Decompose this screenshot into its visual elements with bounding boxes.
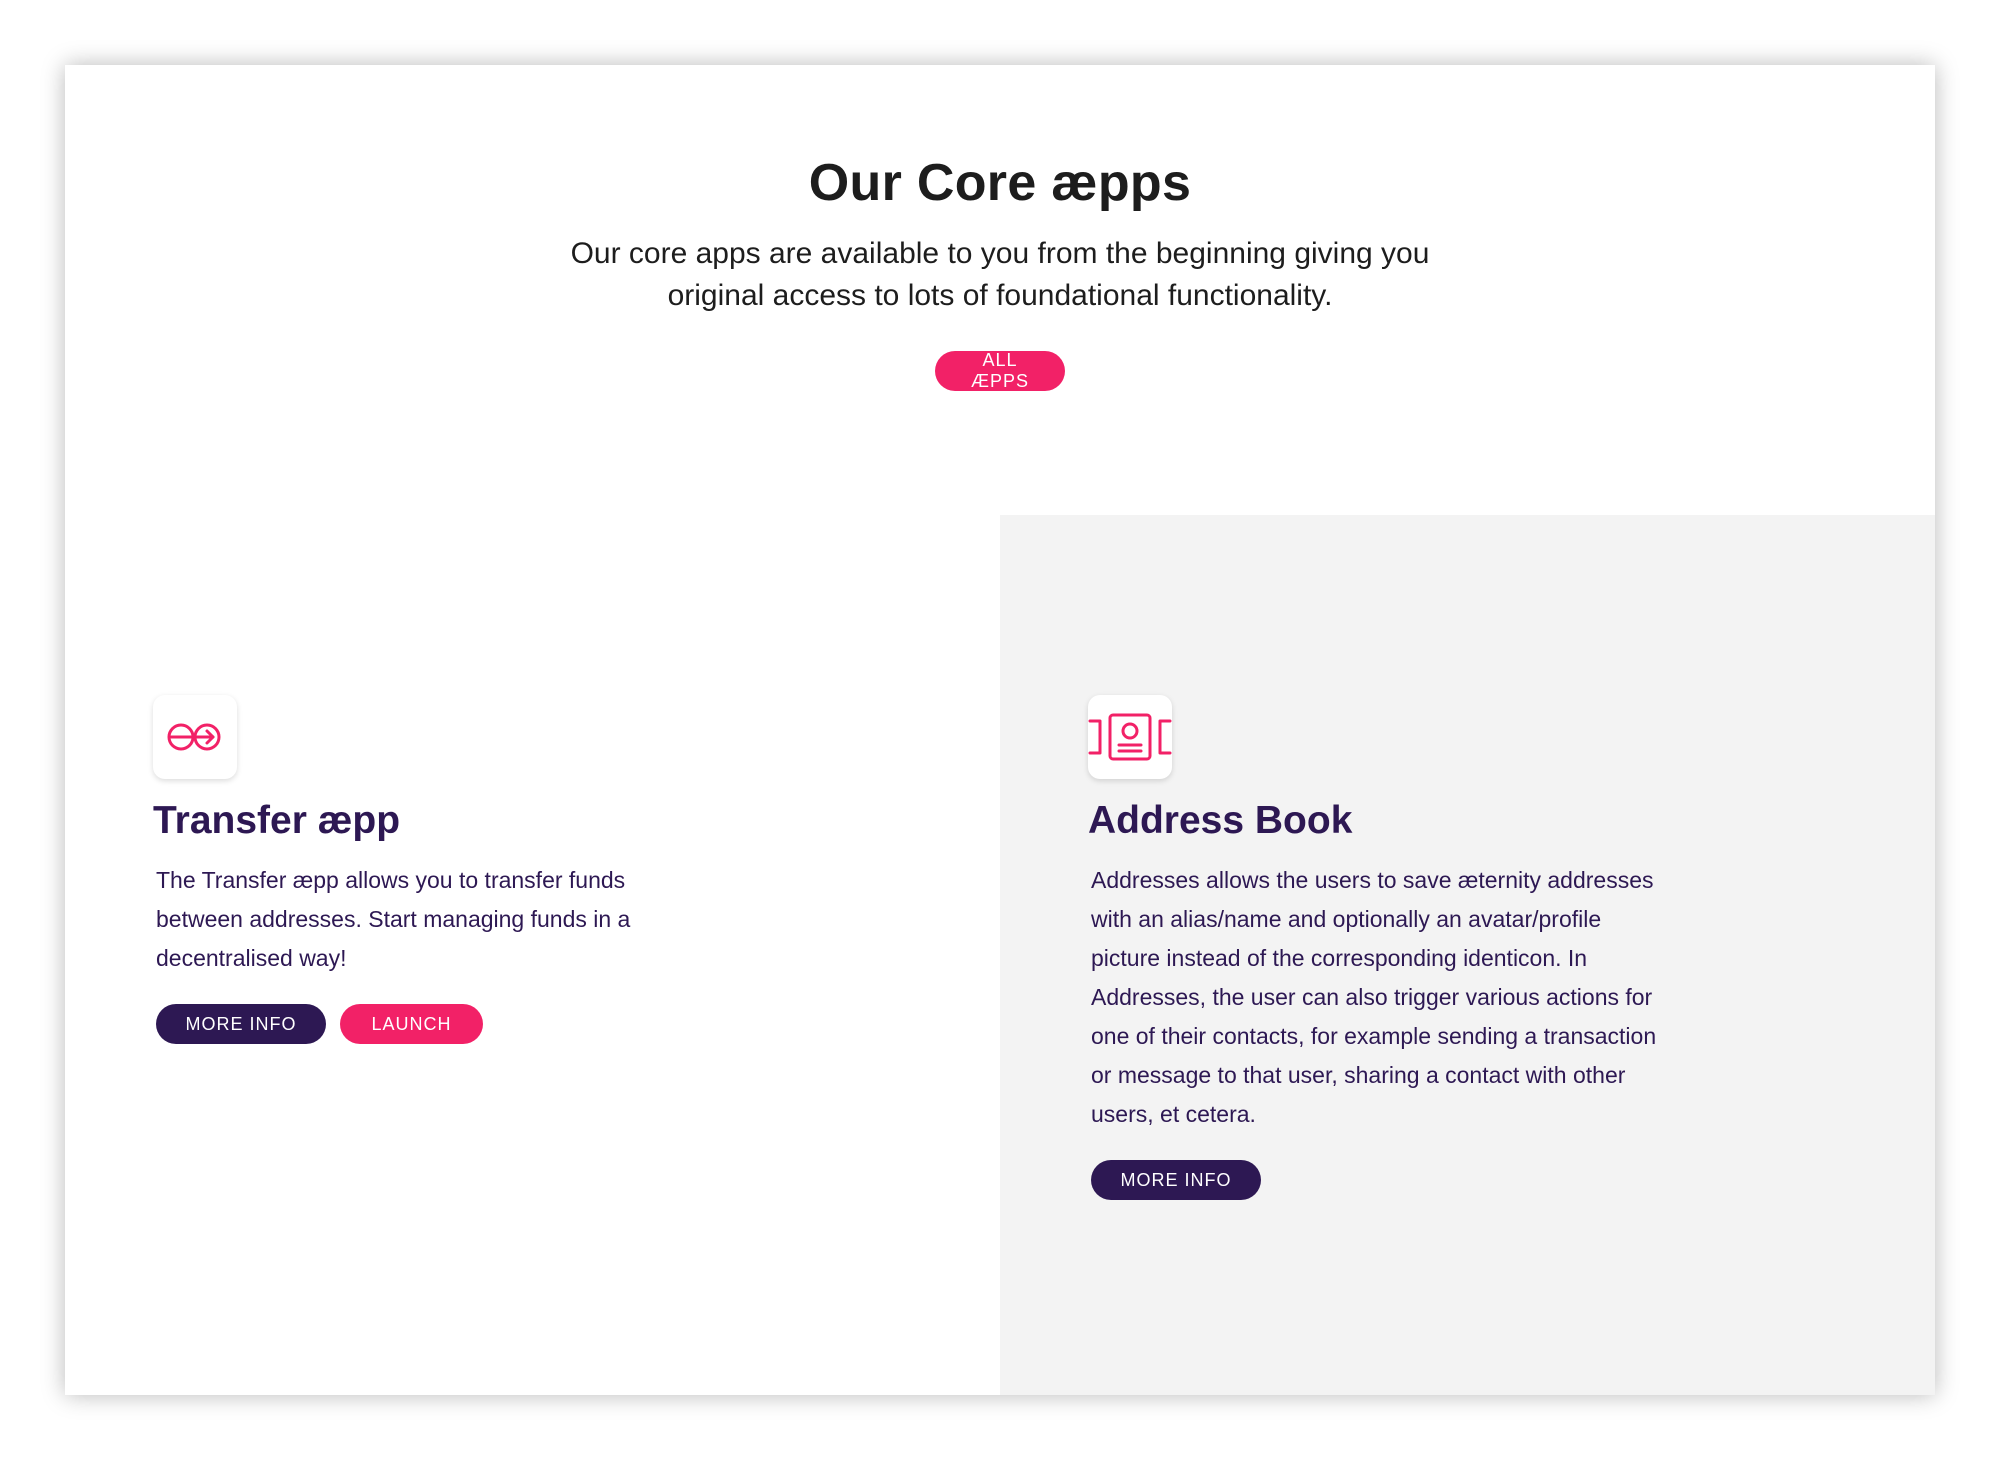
- launch-button[interactable]: LAUNCH: [340, 1004, 483, 1044]
- more-info-button[interactable]: MORE INFO: [156, 1004, 326, 1044]
- address-book-icon: [1088, 713, 1172, 761]
- feature-transfer: Transfer æpp The Transfer æpp allows you…: [153, 695, 753, 1044]
- feature-description: Addresses allows the users to save ætern…: [1091, 867, 1657, 1127]
- transfer-icon: [167, 723, 221, 751]
- address-book-icon-tile: [1088, 695, 1172, 779]
- feature-title: Address Book: [1088, 799, 1353, 842]
- all-aepps-button[interactable]: ALL ÆPPS: [935, 350, 1065, 391]
- feature-address-book: Address Book Addresses allows the users …: [1088, 695, 1688, 1200]
- transfer-icon-tile: [153, 695, 237, 779]
- feature-title: Transfer æpp: [153, 799, 401, 842]
- section-title: Our Core æpps: [808, 154, 1192, 212]
- feature-actions: MORE INFO LAUNCH: [156, 1004, 753, 1044]
- feature-description: The Transfer æpp allows you to transfer …: [156, 867, 631, 971]
- section-subtitle: Our core apps are available to you from …: [570, 237, 1430, 312]
- more-info-button[interactable]: MORE INFO: [1091, 1160, 1261, 1200]
- section-header: Our Core æpps Our core apps are availabl…: [65, 65, 1935, 391]
- feature-actions: MORE INFO: [1091, 1160, 1688, 1200]
